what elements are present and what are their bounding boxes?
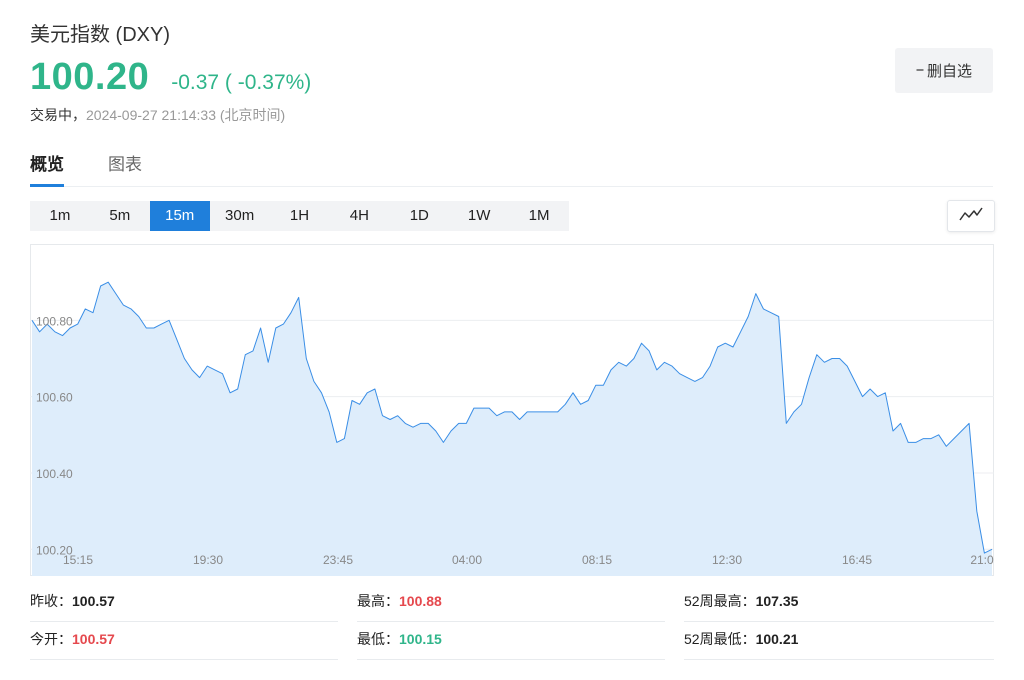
line-chart-icon — [959, 207, 983, 226]
stat-value: 100.21 — [755, 631, 799, 647]
x-tick-label: 16:45 — [842, 553, 872, 567]
x-tick-label: 19:30 — [193, 553, 223, 567]
stat-52w-high: 52周最高：107.35 — [684, 585, 994, 622]
stat-open: 今开：100.57 — [30, 623, 338, 660]
remove-watchlist-button[interactable]: 删自选 — [895, 48, 993, 93]
stat-prev-close: 昨收：100.57 — [30, 585, 338, 622]
minus-icon — [916, 62, 924, 79]
last-price: 100.20 — [30, 56, 150, 98]
stat-value: 100.15 — [399, 631, 442, 647]
stat-value: 107.35 — [755, 593, 799, 609]
tab-bar: 概览 图表 — [30, 150, 993, 187]
interval-1w[interactable]: 1W — [449, 201, 509, 231]
price-row: 100.20 -0.37 ( -0.37%) — [30, 56, 311, 99]
y-tick-label: 100.80 — [36, 314, 73, 328]
y-tick-label: 100.60 — [36, 391, 73, 405]
y-tick-label: 100.40 — [36, 467, 73, 481]
x-tick-label: 04:00 — [452, 553, 482, 567]
page-title: 美元指数 (DXY) — [30, 24, 170, 46]
stat-value: 100.57 — [72, 593, 115, 609]
interval-1m[interactable]: 1m — [30, 201, 90, 231]
stat-label: 最高： — [357, 593, 399, 609]
interval-4h[interactable]: 4H — [329, 201, 389, 231]
x-tick-label: 15:15 — [63, 553, 93, 567]
x-tick-label: 21:0 — [970, 553, 994, 567]
interval-1mo[interactable]: 1M — [509, 201, 569, 231]
stat-low: 最低：100.15 — [357, 623, 665, 660]
tab-overview[interactable]: 概览 — [30, 150, 64, 187]
interval-15m[interactable]: 15m — [149, 201, 210, 231]
stat-high: 最高：100.88 — [357, 585, 665, 622]
trading-state: 交易中， — [30, 107, 86, 123]
price-change: -0.37 ( -0.37%) — [171, 71, 312, 94]
active-tab-indicator — [30, 184, 64, 187]
stat-label: 最低： — [357, 631, 399, 647]
trading-status: 交易中，2024-09-27 21:14:33 (北京时间) — [30, 105, 285, 125]
price-chart[interactable]: 100.80 100.60 100.40 100.20 15:15 19:30 23:45 0… — [30, 244, 994, 576]
stat-value: 100.57 — [72, 631, 115, 647]
interval-1d[interactable]: 1D — [389, 201, 449, 231]
stat-52w-low: 52周最低：100.21 — [684, 623, 994, 660]
interval-5m[interactable]: 5m — [90, 201, 150, 231]
stat-label: 52周最低： — [684, 631, 756, 647]
interval-1h[interactable]: 1H — [270, 201, 330, 231]
x-tick-label: 08:15 — [582, 553, 612, 567]
chart-type-button[interactable] — [947, 200, 995, 232]
interval-selector: 1m 5m 15m 30m 1H 4H 1D 1W 1M — [30, 201, 569, 231]
tab-chart-label: 图表 — [108, 155, 142, 174]
tab-chart[interactable]: 图表 — [108, 150, 142, 186]
remove-watchlist-label: 删自选 — [926, 63, 972, 80]
stat-label: 今开： — [30, 631, 72, 647]
stat-value: 100.88 — [399, 593, 442, 609]
stat-label: 52周最高： — [684, 593, 756, 609]
x-tick-label: 12:30 — [712, 553, 742, 567]
quote-timestamp: 2024-09-27 21:14:33 (北京时间) — [86, 107, 286, 123]
x-tick-label: 23:45 — [323, 553, 353, 567]
stat-label: 昨收： — [30, 593, 72, 609]
interval-30m[interactable]: 30m — [210, 201, 270, 231]
tab-overview-label: 概览 — [30, 155, 64, 174]
price-chart-svg: 100.80100.60100.40100.2015:15 19:30 23:45 0… — [30, 244, 994, 576]
